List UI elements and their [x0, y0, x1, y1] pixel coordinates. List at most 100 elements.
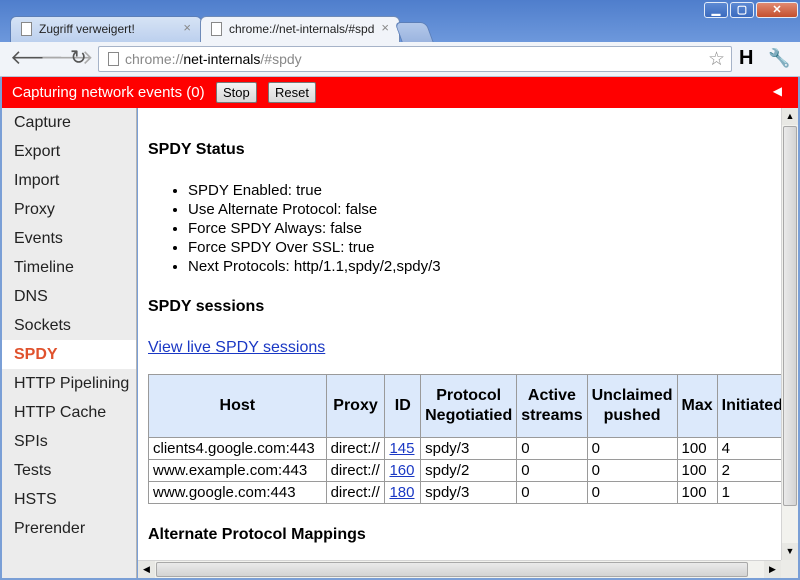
table-row: www.example.com:443 direct:// 160 spdy/2… [148, 459, 781, 482]
cell-proxy: direct:// [325, 437, 386, 460]
cell-proxy: direct:// [325, 459, 386, 482]
column-header: Proxy [325, 374, 386, 438]
cell-proxy: direct:// [325, 481, 386, 504]
address-bar[interactable]: chrome://net-internals/#spdy ☆ [98, 46, 732, 72]
collapse-arrow-icon[interactable]: ◀ [773, 84, 782, 98]
cell-protocol: spdy/3 [420, 437, 518, 460]
list-item: Force SPDY Over SSL: true [188, 238, 441, 257]
window-close-button[interactable]: ✕ [756, 2, 798, 18]
cell-id: 145 [384, 437, 422, 460]
url-host: net-internals [183, 51, 261, 67]
cell-active-streams: 0 [516, 481, 588, 504]
table-header-row: Host Proxy ID Protocol Negotiatied Activ… [148, 374, 781, 438]
sidebar-item-spis[interactable]: SPIs [2, 427, 136, 456]
tab-title: chrome://net-internals/#spdy [229, 22, 374, 36]
sidebar-item-capture[interactable]: Capture [2, 108, 136, 137]
sidebar-item-http-cache[interactable]: HTTP Cache [2, 398, 136, 427]
stop-button[interactable]: Stop [216, 82, 257, 103]
session-id-link[interactable]: 145 [389, 440, 414, 457]
spdy-sessions-heading: SPDY sessions [148, 298, 265, 315]
cell-host: www.example.com:443 [148, 459, 327, 482]
sidebar-item-http-pipelining[interactable]: HTTP Pipelining [2, 369, 136, 398]
sidebar-item-events[interactable]: Events [2, 224, 136, 253]
sidebar-item-timeline[interactable]: Timeline [2, 253, 136, 282]
cell-id: 160 [384, 459, 422, 482]
sidebar-item-sockets[interactable]: Sockets [2, 311, 136, 340]
cell-id: 180 [384, 481, 422, 504]
table-row: clients4.google.com:443 direct:// 145 sp… [148, 437, 781, 460]
vertical-scrollbar[interactable]: ▲ ▼ [781, 108, 798, 560]
capture-status-bar: Capturing network events (0) Stop Reset … [2, 77, 798, 108]
cell-max: 100 [676, 437, 718, 460]
list-item: Next Protocols: http/1.1,spdy/2,spdy/3 [188, 257, 441, 276]
sidebar-item-proxy[interactable]: Proxy [2, 195, 136, 224]
cell-active-streams: 0 [516, 459, 588, 482]
sidebar-item-dns[interactable]: DNS [2, 282, 136, 311]
reload-icon[interactable]: ↻ [70, 48, 87, 68]
minimize-button[interactable]: ▁ [704, 2, 728, 18]
browser-title-bar: Zugriff verweigert! × chrome://net-inter… [0, 0, 800, 42]
cell-unclaimed-pushed: 0 [586, 437, 678, 460]
cell-host: clients4.google.com:443 [148, 437, 327, 460]
url-scheme: chrome:// [125, 51, 184, 67]
cell-host: www.google.com:443 [148, 481, 327, 504]
vertical-scroll-thumb[interactable] [783, 126, 797, 506]
reset-button[interactable]: Reset [268, 82, 316, 103]
cell-active-streams: 0 [516, 437, 588, 460]
view-live-sessions-link[interactable]: View live SPDY sessions [148, 339, 325, 357]
list-item: SPDY Enabled: true [188, 181, 441, 200]
list-item: Use Alternate Protocol: false [188, 200, 441, 219]
session-id-link[interactable]: 160 [389, 462, 414, 479]
list-item: Force SPDY Always: false [188, 219, 441, 238]
alternate-protocol-heading: Alternate Protocol Mappings [148, 526, 366, 543]
star-icon[interactable]: ☆ [708, 48, 725, 71]
page-icon [21, 22, 32, 36]
scroll-down-arrow-icon[interactable]: ▼ [782, 543, 798, 560]
column-header: Protocol Negotiatied [420, 374, 518, 438]
url-text[interactable]: chrome://net-internals/#spdy [125, 51, 302, 67]
spdy-status-heading: SPDY Status [148, 141, 245, 158]
close-icon[interactable]: × [381, 20, 389, 35]
cell-unclaimed-pushed: 0 [586, 459, 678, 482]
new-tab-button[interactable] [394, 22, 434, 42]
main-content: SPDY Status SPDY Enabled: true Use Alter… [138, 108, 781, 560]
cell-initiated: 2 [716, 459, 781, 482]
cell-protocol: spdy/3 [420, 481, 518, 504]
extension-h-button[interactable]: H [739, 47, 753, 70]
table-row: www.google.com:443 direct:// 180 spdy/3 … [148, 481, 781, 504]
cell-initiated: 4 [716, 437, 781, 460]
spdy-status-list: SPDY Enabled: true Use Alternate Protoco… [148, 181, 441, 276]
sidebar-item-import[interactable]: Import [2, 166, 136, 195]
page-icon [211, 22, 222, 36]
tab-net-internals[interactable]: chrome://net-internals/#spdy × [200, 16, 400, 42]
cell-unclaimed-pushed: 0 [586, 481, 678, 504]
column-header: Initiated [716, 374, 781, 438]
scroll-right-arrow-icon[interactable]: ▶ [764, 561, 781, 578]
browser-toolbar: 🡐 🡒 ↻ chrome://net-internals/#spdy ☆ H 🔧 [0, 42, 800, 77]
spdy-sessions-table: Host Proxy ID Protocol Negotiatied Activ… [148, 374, 781, 504]
maximize-button[interactable]: ▢ [730, 2, 754, 18]
scroll-left-arrow-icon[interactable]: ◀ [138, 561, 155, 578]
sidebar-item-export[interactable]: Export [2, 137, 136, 166]
cell-initiated: 1 [716, 481, 781, 504]
sidebar-item-hsts[interactable]: HSTS [2, 485, 136, 514]
scroll-up-arrow-icon[interactable]: ▲ [782, 108, 798, 125]
sidebar-item-spdy[interactable]: SPDY [2, 340, 136, 369]
horizontal-scrollbar[interactable]: ◀ ▶ [138, 560, 781, 578]
tab-zugriff-verweigert[interactable]: Zugriff verweigert! × [10, 16, 202, 42]
close-icon[interactable]: × [183, 20, 191, 35]
sidebar-item-prerender[interactable]: Prerender [2, 514, 136, 543]
cell-max: 100 [676, 459, 718, 482]
sidebar-item-tests[interactable]: Tests [2, 456, 136, 485]
session-id-link[interactable]: 180 [389, 484, 414, 501]
capture-status-text: Capturing network events (0) [12, 84, 205, 101]
column-header: Host [148, 374, 327, 438]
cell-protocol: spdy/2 [420, 459, 518, 482]
horizontal-scroll-thumb[interactable] [156, 562, 748, 577]
column-header: Max [676, 374, 718, 438]
cell-max: 100 [676, 481, 718, 504]
url-path: /#spdy [260, 51, 302, 67]
scrollbar-corner [781, 560, 798, 578]
wrench-icon[interactable]: 🔧 [768, 48, 790, 69]
column-header: Active streams [516, 374, 588, 438]
